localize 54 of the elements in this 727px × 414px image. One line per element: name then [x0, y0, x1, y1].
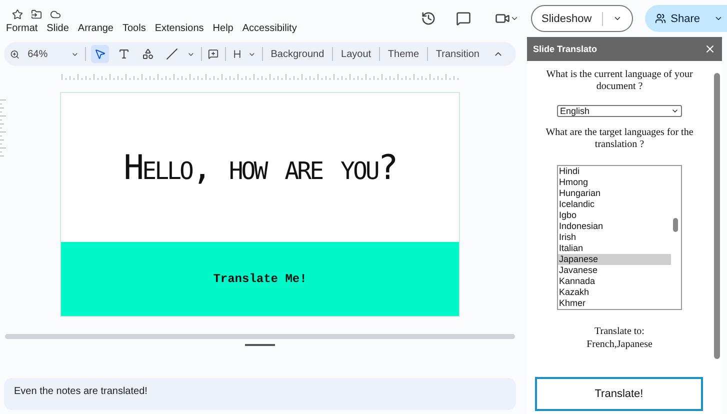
- slide-title: Hello, how are you?: [122, 146, 398, 190]
- toolbar-button[interactable]: Transition: [434, 48, 482, 60]
- scrollbar[interactable]: [5, 334, 515, 339]
- ruler-drawing: [0, 98, 6, 158]
- question-text: What are the target languages for the translation ?: [544, 127, 694, 151]
- caret-icon: [714, 14, 723, 23]
- resize-handle[interactable]: [245, 344, 275, 346]
- menu-item[interactable]: Extensions: [154, 23, 204, 34]
- language-option[interactable]: Hungarian: [558, 188, 671, 199]
- language-option[interactable]: Kazakh: [558, 287, 671, 298]
- folder-icon[interactable]: [31, 9, 42, 20]
- language-option[interactable]: Italian: [558, 243, 671, 254]
- menu-item[interactable]: Accessibility: [242, 23, 297, 34]
- question-text: What is the current language of your document ?: [545, 69, 694, 93]
- add-comment-icon[interactable]: [208, 48, 219, 60]
- menu-item[interactable]: Help: [212, 23, 234, 34]
- cursor-icon[interactable]: [91, 45, 110, 63]
- people-icon: [654, 13, 666, 24]
- language-option[interactable]: Kannada: [558, 276, 671, 287]
- language-option[interactable]: Javanese: [558, 265, 671, 276]
- language-option[interactable]: Indonesian: [558, 221, 671, 232]
- camera-icon[interactable]: [494, 11, 518, 26]
- scrollbar-thumb[interactable]: [714, 73, 720, 359]
- language-option[interactable]: Igbo: [558, 210, 671, 221]
- language-option[interactable]: Irish: [558, 232, 671, 243]
- menu-item[interactable]: Arrange: [78, 23, 114, 34]
- format-icon[interactable]: [232, 48, 242, 60]
- scrollbar-thumb[interactable]: [673, 218, 678, 232]
- star-icon[interactable]: [12, 9, 23, 20]
- cloud-icon: [50, 9, 61, 20]
- close-icon[interactable]: [704, 43, 716, 55]
- menu-item[interactable]: Format: [6, 23, 38, 34]
- language-option[interactable]: Hmong: [558, 177, 671, 188]
- language-option[interactable]: Japanese: [558, 254, 671, 265]
- language-option[interactable]: Khmer: [558, 298, 671, 309]
- panel-title: Slide Translato: [533, 44, 598, 54]
- zoom-select[interactable]: 64%: [26, 48, 65, 60]
- comment-icon[interactable]: [456, 11, 470, 26]
- caret-icon: [612, 14, 622, 23]
- language-option[interactable]: Icelandic: [558, 199, 671, 210]
- language-select[interactable]: English: [557, 105, 682, 117]
- language-option[interactable]: Hindi: [558, 166, 671, 177]
- caret-icon: [671, 107, 679, 115]
- toolbar-button[interactable]: Theme: [386, 48, 422, 60]
- speaker-notes[interactable]: Even the notes are translated!: [4, 378, 516, 410]
- menu-item[interactable]: Slide: [46, 23, 69, 34]
- toolbar-button[interactable]: Background: [268, 48, 326, 60]
- result-text: Translate to: French,Japanese: [586, 326, 652, 351]
- toolbar-button[interactable]: Layout: [339, 48, 374, 60]
- zoom-icon[interactable]: [10, 48, 20, 60]
- band-text: Translate Me!: [213, 272, 307, 286]
- translate-button[interactable]: Translate!: [535, 377, 703, 411]
- menu-item[interactable]: Tools: [122, 23, 146, 34]
- history-icon[interactable]: [420, 11, 436, 26]
